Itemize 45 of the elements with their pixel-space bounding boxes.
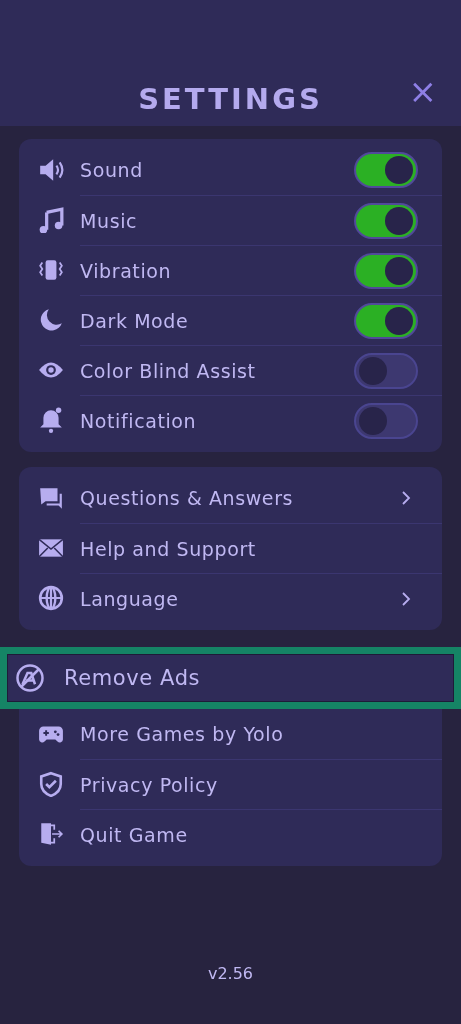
moon-icon [38, 307, 64, 333]
row-label: Help and Support [80, 537, 257, 560]
bell-icon [38, 407, 64, 433]
settings-row[interactable]: Language [19, 573, 442, 623]
row-label: More Games by Yolo [80, 723, 285, 745]
toggle-switch[interactable] [354, 152, 418, 188]
toggle-switch[interactable] [354, 252, 418, 289]
settings-row[interactable]: Sound [19, 145, 442, 195]
row-label: Music [80, 209, 139, 232]
toggle-switch[interactable] [354, 402, 418, 439]
row-label: Color Blind Assist [80, 359, 257, 382]
settings-row[interactable]: Remove Ads [0, 647, 461, 709]
toggle-switch[interactable] [354, 352, 418, 389]
row-label: Dark Mode [80, 309, 190, 332]
settings-row[interactable]: Quit Game [19, 809, 442, 859]
row-label: Questions & Answers [80, 487, 295, 509]
chat-bubbles-icon [38, 485, 64, 511]
row-label: Language [80, 587, 180, 610]
settings-row[interactable]: Color Blind Assist [19, 345, 442, 395]
row-label: Remove Ads [64, 666, 202, 690]
speaker-icon [38, 157, 64, 183]
no-ads-icon [15, 663, 45, 693]
exit-door-icon [38, 821, 64, 847]
settings-row[interactable]: Notification [19, 395, 442, 445]
toggle-switch[interactable] [354, 202, 418, 239]
row-label: Vibration [80, 259, 173, 282]
row-label: Sound [80, 159, 144, 181]
close-button[interactable]: × [406, 74, 439, 108]
row-label: Privacy Policy [80, 773, 219, 796]
music-note-icon [38, 207, 64, 233]
settings-row[interactable]: More Games by Yolo [19, 709, 442, 759]
settings-row[interactable]: Questions & Answers [19, 473, 442, 523]
settings-row[interactable]: Vibration [19, 245, 442, 295]
settings-title: SETTINGS [138, 82, 323, 116]
globe-icon [38, 585, 64, 611]
shield-check-icon [38, 771, 64, 797]
settings-row[interactable]: Music [19, 195, 442, 245]
settings-row[interactable]: Help and Support [19, 523, 442, 573]
row-label: Quit Game [80, 823, 189, 846]
version-label: v2.56 [207, 964, 254, 983]
row-label: Notification [80, 409, 198, 432]
settings-row[interactable]: Dark Mode [19, 295, 442, 345]
settings-row[interactable]: Privacy Policy [19, 759, 442, 809]
vibrating-phone-icon [38, 257, 64, 283]
toggle-switch[interactable] [354, 302, 418, 339]
